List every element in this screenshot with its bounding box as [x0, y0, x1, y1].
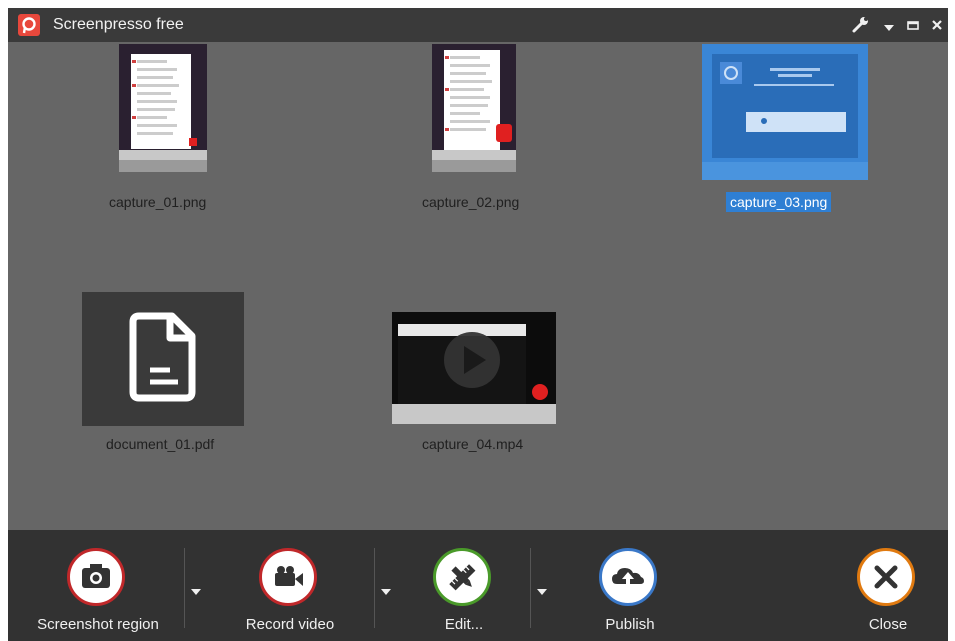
close-circle[interactable] — [857, 548, 915, 606]
gallery-item-label-selected[interactable]: capture_03.png — [726, 192, 832, 212]
close-button[interactable]: Close — [818, 530, 948, 641]
gallery-item-capture-03[interactable]: capture_03.png — [702, 44, 872, 214]
pencil-ruler-icon — [449, 564, 476, 591]
edit-circle[interactable] — [433, 548, 491, 606]
wrench-icon[interactable] — [850, 14, 872, 36]
gallery-item-capture-01[interactable]: capture_01.png — [103, 44, 223, 214]
publish-label[interactable]: Publish — [560, 616, 700, 633]
thumbnail-image[interactable] — [432, 44, 516, 172]
record-dropdown-arrow[interactable] — [378, 585, 394, 597]
thumbnail-image[interactable] — [702, 44, 868, 180]
publish-button[interactable]: Publish — [560, 530, 700, 641]
edit-button[interactable]: Edit... — [394, 530, 534, 641]
video-thumbnail[interactable] — [392, 312, 556, 424]
thumbnail-image[interactable] — [119, 44, 207, 172]
gallery-item-label[interactable]: capture_01.png — [109, 194, 206, 210]
action-toolbar: Screenshot region Record video Edit... P… — [8, 530, 948, 641]
screenshot-region-label[interactable]: Screenshot region — [28, 616, 168, 633]
gallery-item-capture-04[interactable]: capture_04.mp4 — [392, 312, 558, 462]
gallery-item-label[interactable]: capture_04.mp4 — [422, 436, 523, 452]
gallery-item-capture-02[interactable]: capture_02.png — [412, 44, 532, 214]
screenpresso-logo-icon[interactable] — [18, 14, 40, 36]
chevron-down-icon[interactable] — [878, 14, 900, 36]
edit-dropdown-arrow[interactable] — [534, 585, 550, 597]
title-bar[interactable]: Screenpresso free — [8, 8, 948, 42]
toolbar-separator — [374, 548, 375, 628]
screenpresso-window: Screenpresso free capture_01.png capture… — [8, 8, 948, 641]
gallery-item-label[interactable]: document_01.pdf — [106, 436, 214, 452]
window-title: Screenpresso free — [53, 16, 184, 33]
camera-icon — [82, 564, 110, 588]
gallery-item-document-01[interactable]: document_01.pdf — [82, 292, 246, 462]
toolbar-separator — [184, 548, 185, 628]
cloud-upload-icon — [612, 568, 644, 584]
toolbar-separator — [530, 548, 531, 628]
screenshot-dropdown-arrow[interactable] — [188, 585, 204, 597]
record-video-label[interactable]: Record video — [220, 616, 360, 633]
video-camera-icon — [275, 566, 303, 586]
gallery-item-label[interactable]: capture_02.png — [422, 194, 519, 210]
record-video-button[interactable]: Record video — [220, 530, 360, 641]
screenshot-region-button[interactable]: Screenshot region — [28, 530, 168, 641]
edit-label[interactable]: Edit... — [394, 616, 534, 633]
document-file-icon — [129, 312, 196, 402]
record-circle[interactable] — [259, 548, 317, 606]
maximize-icon[interactable] — [902, 14, 924, 36]
close-x-icon — [874, 565, 898, 589]
close-label[interactable]: Close — [818, 616, 948, 633]
publish-circle[interactable] — [599, 548, 657, 606]
screenshot-circle[interactable] — [67, 548, 125, 606]
close-icon[interactable] — [926, 14, 948, 36]
document-thumbnail[interactable] — [82, 292, 244, 426]
